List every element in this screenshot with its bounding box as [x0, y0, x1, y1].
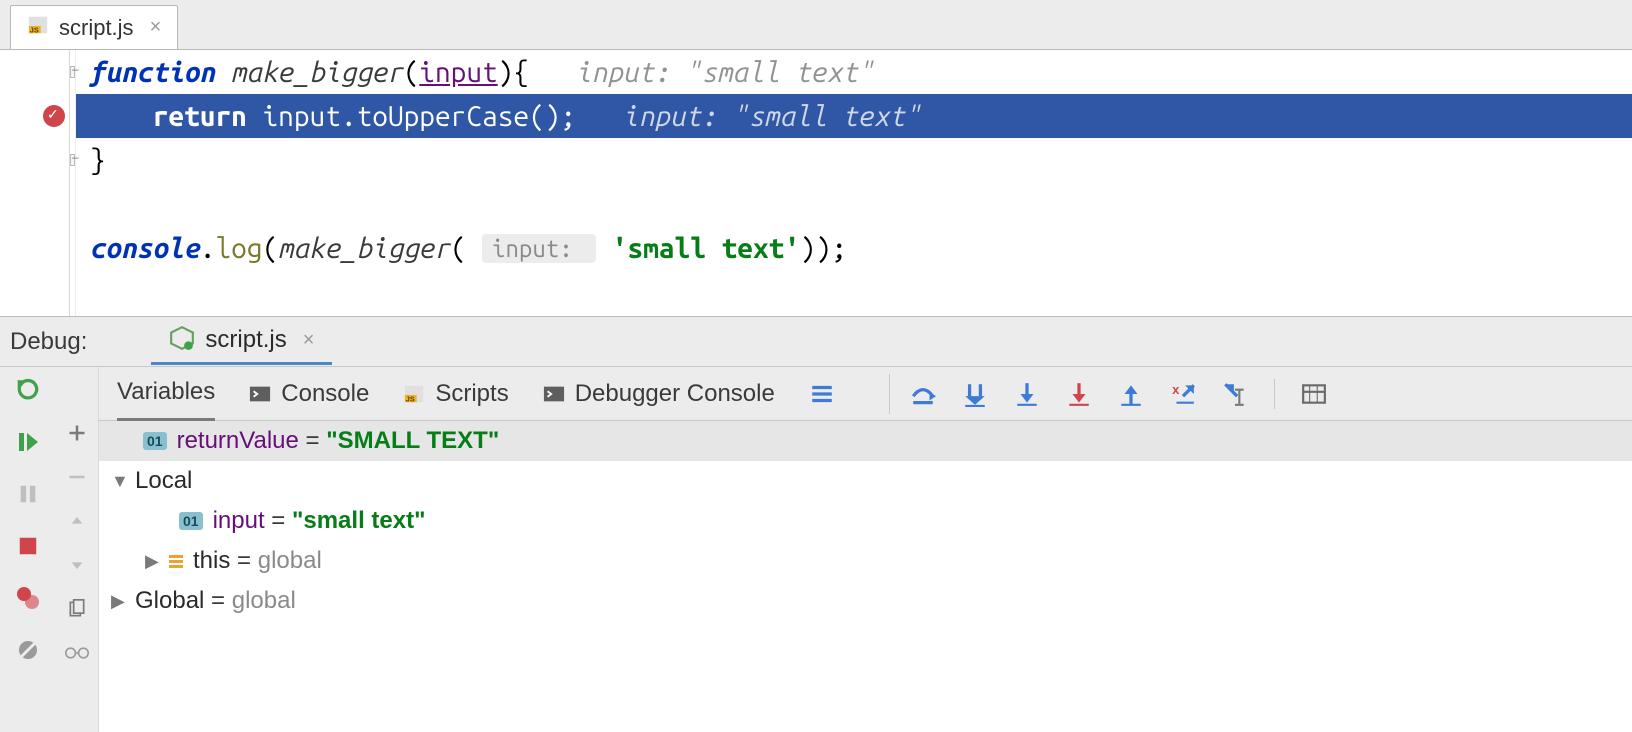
svg-text:x: x [1172, 382, 1180, 397]
editor: function make_bigger(input){ input: "sma… [0, 50, 1632, 316]
editor-tabbar: JS script.js × [0, 0, 1632, 50]
code-line[interactable]: } [76, 138, 1632, 182]
string-badge-icon: 01 [143, 432, 167, 450]
tab-debugger-console[interactable]: Debugger Console [543, 367, 775, 421]
code-line[interactable] [76, 270, 1632, 314]
add-watch-button[interactable] [65, 421, 89, 445]
chevron-right-icon: ▶ [111, 591, 125, 612]
step-into-button[interactable] [962, 381, 988, 407]
smart-step-into-button[interactable] [1066, 381, 1092, 407]
debug-runconfig-label: script.js [205, 326, 286, 354]
close-icon[interactable]: × [303, 329, 315, 352]
glasses-icon[interactable] [65, 641, 89, 665]
debug-header: Debug: script.js × [0, 317, 1632, 367]
down-button[interactable] [65, 553, 89, 577]
evaluate-expression-button[interactable] [1301, 381, 1327, 407]
code-line[interactable]: return input.toUpperCase(); input: "smal… [76, 94, 1632, 138]
debug-toolwindow: Debug: script.js × [0, 316, 1632, 732]
editor-gutter[interactable] [0, 50, 70, 316]
debug-runconfig-tab[interactable]: script.js × [151, 319, 332, 365]
mute-breakpoints-button[interactable] [13, 635, 43, 665]
fold-icon[interactable] [70, 66, 75, 78]
tab-scripts[interactable]: JS Scripts [403, 367, 508, 421]
threads-icon[interactable] [809, 381, 835, 407]
rerun-button[interactable] [13, 375, 43, 405]
code-line[interactable]: console.log(make_bigger( input: 'small t… [76, 226, 1632, 270]
chevron-down-icon: ▼ [111, 471, 125, 492]
debug-secondary-controls [55, 367, 99, 732]
code-line[interactable]: function make_bigger(input){ input: "sma… [76, 50, 1632, 94]
variable-row-return[interactable]: 01 returnValue = "SMALL TEXT" [99, 421, 1632, 461]
up-button[interactable] [65, 509, 89, 533]
scope-global[interactable]: ▶ Global = global [99, 581, 1632, 621]
copy-button[interactable] [65, 597, 89, 621]
remove-watch-button[interactable] [65, 465, 89, 489]
object-icon [169, 555, 183, 568]
svg-text:JS: JS [406, 394, 415, 403]
close-icon[interactable]: × [150, 16, 162, 39]
breakpoint-icon[interactable] [43, 105, 65, 127]
variable-row-this[interactable]: ▶ this = global [99, 541, 1632, 581]
editor-tab-label: script.js [59, 15, 134, 41]
js-file-icon: JS [27, 14, 49, 41]
scope-local[interactable]: ▼ Local [99, 461, 1632, 501]
step-controls: x [889, 374, 1327, 414]
step-out-button[interactable] [1118, 381, 1144, 407]
drop-frame-button[interactable]: x [1170, 381, 1196, 407]
debug-label: Debug: [10, 328, 87, 356]
resume-button[interactable] [13, 427, 43, 457]
pause-button[interactable] [13, 479, 43, 509]
view-breakpoints-button[interactable] [13, 583, 43, 613]
variables-panel[interactable]: 01 returnValue = "SMALL TEXT" ▼ Local 01… [99, 421, 1632, 732]
editor-tab-script[interactable]: JS script.js × [10, 5, 178, 49]
chevron-right-icon: ▶ [145, 551, 159, 572]
tab-variables[interactable]: Variables [117, 367, 215, 421]
editor-code[interactable]: function make_bigger(input){ input: "sma… [76, 50, 1632, 316]
run-to-cursor-button[interactable] [1222, 381, 1248, 407]
nodejs-icon [169, 325, 195, 356]
debug-tabs: Variables Console JS Scripts Debugger Co… [99, 367, 1632, 421]
stop-button[interactable] [13, 531, 43, 561]
code-line[interactable] [76, 182, 1632, 226]
tab-console[interactable]: Console [249, 367, 369, 421]
debug-run-controls [0, 367, 55, 732]
string-badge-icon: 01 [179, 512, 203, 530]
variable-row-input[interactable]: 01 input = "small text" [99, 501, 1632, 541]
fold-icon[interactable] [70, 154, 75, 166]
svg-text:JS: JS [30, 25, 39, 34]
force-step-into-button[interactable] [1014, 381, 1040, 407]
step-over-button[interactable] [910, 381, 936, 407]
